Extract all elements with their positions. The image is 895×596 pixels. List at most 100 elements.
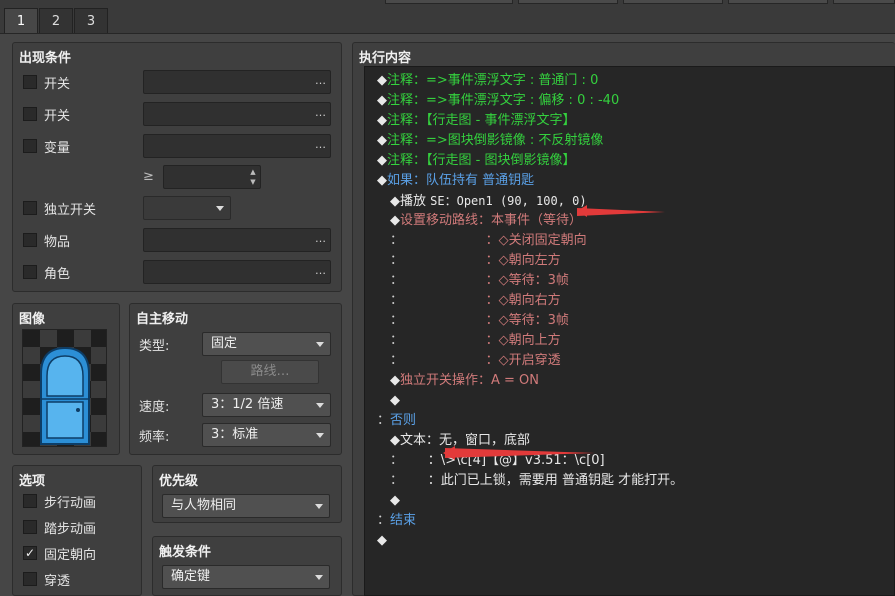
top-toolbar-button[interactable] xyxy=(623,0,723,4)
command-line[interactable]: ◆ xyxy=(390,391,400,411)
self-switch-label: 独立开关 xyxy=(44,203,97,218)
command-text: ：◇等待：3帧 xyxy=(403,313,569,328)
command-text: SE：Open1 (90, 100, 0) xyxy=(430,194,587,208)
command-text: ： xyxy=(390,453,404,468)
command-line[interactable]: ◆注释：【行走图 - 事件漂浮文字】 xyxy=(377,111,575,131)
command-text: ：无，窗口，底部 xyxy=(426,433,531,448)
command-line[interactable]: ： ：◇朝向左方 xyxy=(390,251,561,271)
command-text: 独立开关操作：A = ON xyxy=(400,373,540,388)
command-line[interactable]: ◆ xyxy=(390,491,400,511)
walking-anim-label: 步行动画 xyxy=(44,496,97,511)
move-speed-label: 速度: xyxy=(139,400,170,415)
item-field[interactable]: … xyxy=(143,228,331,252)
switch2-browse-dots[interactable]: … xyxy=(315,106,326,119)
command-line[interactable]: ： ：◇等待：3帧 xyxy=(390,311,569,331)
command-line[interactable]: ： ：\>\c[4]【@】v3.51：\c[0] xyxy=(390,451,605,471)
command-line[interactable]: ◆ xyxy=(377,531,387,551)
command-line[interactable]: ： ：此门已上锁，需要用 普通钥匙 才能打开。 xyxy=(390,471,683,491)
stepping-anim-label: 踏步动画 xyxy=(44,522,97,537)
priority-value: 与人物相同 xyxy=(171,498,237,513)
command-text: ：◇等待：3帧 xyxy=(403,273,569,288)
command-text: ◆ xyxy=(377,173,387,188)
stepper-down-icon[interactable]: ▼ xyxy=(248,177,258,187)
actor-checkbox[interactable] xyxy=(23,265,37,279)
item-checkbox[interactable] xyxy=(23,233,37,247)
command-line[interactable]: ： ：◇朝向上方 xyxy=(390,331,561,351)
image-title: 图像 xyxy=(19,312,46,327)
tab-page-2[interactable]: 2 xyxy=(39,8,73,34)
move-type-select[interactable]: 固定 xyxy=(202,332,331,356)
route-button[interactable]: 路线… xyxy=(221,360,319,384)
switch1-browse-dots[interactable]: … xyxy=(315,74,326,87)
tab-page-3[interactable]: 3 xyxy=(74,8,108,34)
command-text: ：此门已上锁，需要用 普通钥匙 才能打开。 xyxy=(403,473,684,488)
command-line[interactable]: ◆如果：队伍持有 普通钥匙 xyxy=(377,171,534,191)
command-line[interactable]: ◆播放 SE：Open1 (90, 100, 0) xyxy=(390,191,587,211)
switch1-field[interactable]: … xyxy=(143,70,331,94)
command-text: ：◇关闭固定朝向 xyxy=(403,233,587,248)
command-list[interactable]: ◆注释：=>事件漂浮文字 : 普通门 : 0 ◆注释：=>事件漂浮文字 : 偏移 … xyxy=(364,66,895,596)
event-image-preview[interactable] xyxy=(22,329,107,447)
command-text: ： xyxy=(377,513,391,528)
top-toolbar-button[interactable] xyxy=(518,0,618,4)
switch1-checkbox[interactable] xyxy=(23,75,37,89)
command-line[interactable]: ◆文本：无，窗口，底部 xyxy=(390,431,530,451)
command-line[interactable]: ：否则 xyxy=(377,411,416,431)
self-switch-combo[interactable] xyxy=(143,196,231,220)
command-text: ◆ xyxy=(377,133,387,148)
move-type-label: 类型: xyxy=(139,339,170,354)
direction-fix-checkbox[interactable]: ✓ xyxy=(23,546,37,560)
top-toolbar-button[interactable] xyxy=(385,0,513,4)
item-browse-dots[interactable]: … xyxy=(315,232,326,245)
command-line[interactable]: ： ：◇关闭固定朝向 xyxy=(390,231,587,251)
command-line[interactable]: ◆独立开关操作：A = ON xyxy=(390,371,539,391)
actor-label: 角色 xyxy=(44,267,71,282)
command-line[interactable]: ◆注释：=>事件漂浮文字 : 偏移 : 0 : -40 xyxy=(377,91,619,111)
command-text: ◆ xyxy=(390,393,400,408)
command-text: ： xyxy=(390,473,404,488)
variable-checkbox[interactable] xyxy=(23,139,37,153)
command-text: ： xyxy=(390,333,404,348)
move-frequency-label: 频率: xyxy=(139,430,170,445)
options-group: 选项 步行动画 踏步动画 ✓ 固定朝向 穿透 xyxy=(12,465,142,596)
switch2-checkbox[interactable] xyxy=(23,107,37,121)
command-line[interactable]: ： ：◇开启穿透 xyxy=(390,351,561,371)
variable-value-stepper[interactable]: ▲ ▼ xyxy=(163,165,261,189)
command-line[interactable]: ： ：◇等待：3帧 xyxy=(390,271,569,291)
actor-field[interactable]: … xyxy=(143,260,331,284)
command-line[interactable]: ◆注释：【行走图 - 图块倒影镜像】 xyxy=(377,151,575,171)
command-line[interactable]: ：结束 xyxy=(377,511,416,531)
stepper-up-icon[interactable]: ▲ xyxy=(248,167,258,177)
move-frequency-value: 3：标准 xyxy=(211,427,259,442)
walking-anim-checkbox[interactable] xyxy=(23,494,37,508)
priority-title: 优先级 xyxy=(159,474,199,489)
command-line[interactable]: ◆注释：=>图块倒影镜像 : 不反射镜像 xyxy=(377,131,603,151)
priority-select[interactable]: 与人物相同 xyxy=(162,494,330,518)
switch2-field[interactable]: … xyxy=(143,102,331,126)
actor-browse-dots[interactable]: … xyxy=(315,264,326,277)
command-text: 注释：【行走图 - 事件漂浮文字】 xyxy=(387,113,576,128)
tab-page-1[interactable]: 1 xyxy=(4,8,38,35)
command-text: ◆播放 xyxy=(390,194,431,209)
command-text: ◆ xyxy=(377,93,387,108)
through-label: 穿透 xyxy=(44,574,71,589)
command-line[interactable]: ◆设置移动路线：本事件（等待） xyxy=(390,211,582,231)
switch2-label: 开关 xyxy=(44,109,71,124)
switch1-label: 开关 xyxy=(44,77,71,92)
self-switch-checkbox[interactable] xyxy=(23,201,37,215)
chevron-down-icon xyxy=(216,206,224,211)
stepping-anim-checkbox[interactable] xyxy=(23,520,37,534)
top-toolbar-button[interactable] xyxy=(728,0,828,4)
move-frequency-select[interactable]: 3：标准 xyxy=(202,423,331,447)
trigger-select[interactable]: 确定键 xyxy=(162,565,330,589)
variable-field[interactable]: … xyxy=(143,134,331,158)
top-toolbar-button[interactable] xyxy=(833,0,895,4)
command-text: ◆ xyxy=(377,533,387,548)
command-line[interactable]: ◆注释：=>事件漂浮文字 : 普通门 : 0 xyxy=(377,71,598,91)
command-line[interactable]: ： ：◇朝向右方 xyxy=(390,291,561,311)
through-checkbox[interactable] xyxy=(23,572,37,586)
ge-symbol: ≥ xyxy=(143,169,154,184)
variable-browse-dots[interactable]: … xyxy=(315,138,326,151)
autonomous-title: 自主移动 xyxy=(136,312,189,327)
move-speed-select[interactable]: 3：1/2 倍速 xyxy=(202,393,331,417)
